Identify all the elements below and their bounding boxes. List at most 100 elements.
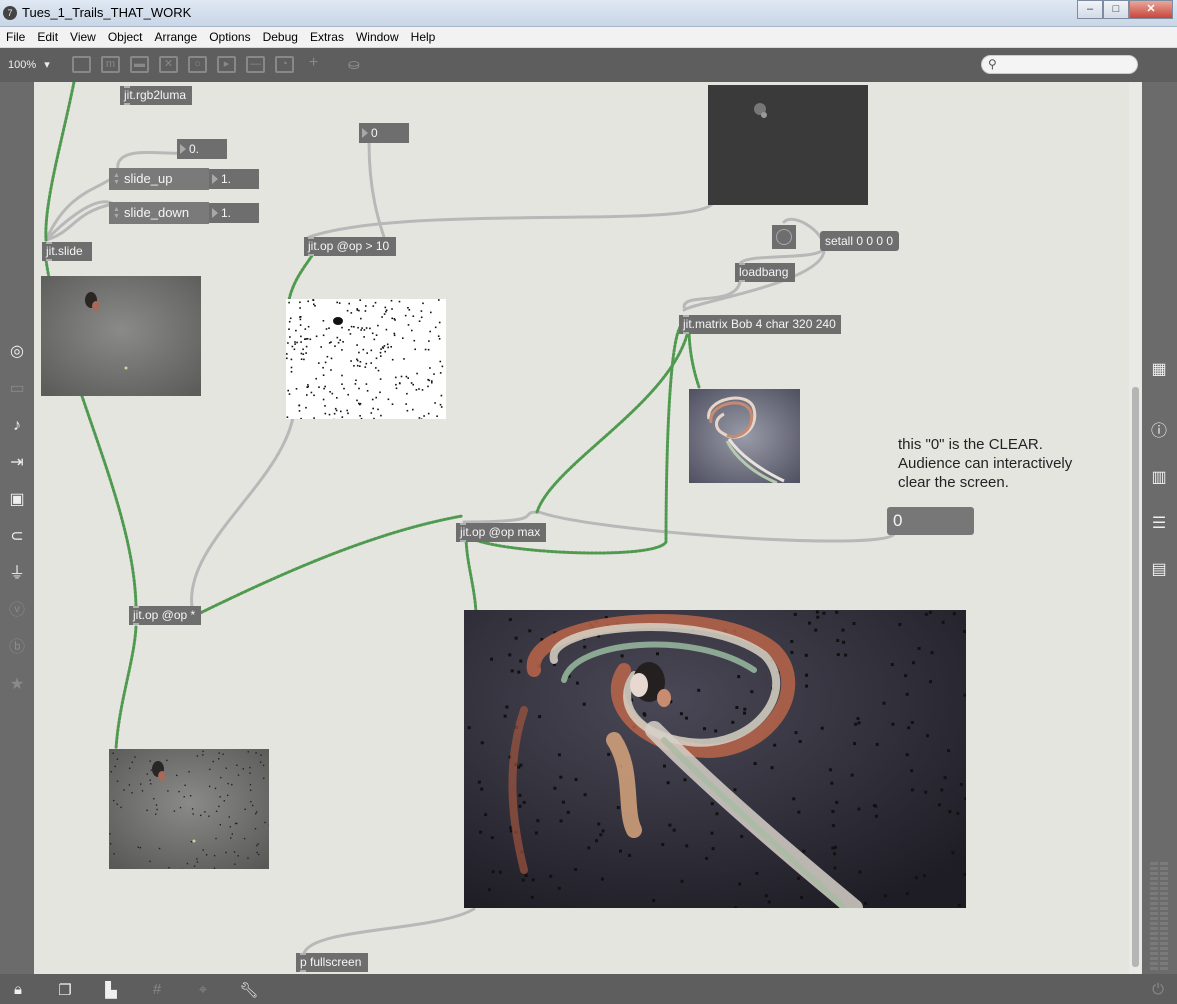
b-icon[interactable]: ⓑ	[7, 638, 27, 658]
slide-up-attrui[interactable]: ▲ ▼ slide_up	[109, 168, 209, 190]
pixel-dot	[491, 870, 495, 874]
menu-extras[interactable]: Extras	[304, 27, 350, 47]
grid-icon[interactable]: ▦	[1149, 360, 1169, 380]
minimize-button[interactable]: –	[1077, 0, 1103, 19]
clear-number-box[interactable]: 0	[887, 507, 974, 535]
grid-snap-icon[interactable]: #	[147, 981, 167, 999]
power-icon[interactable]: ⏻	[1148, 981, 1168, 999]
clear-comment: this "0" is the CLEAR. Audience can inte…	[898, 435, 1118, 492]
slide-up-number[interactable]: 1.	[209, 169, 259, 189]
list-icon[interactable]: ☰	[1149, 514, 1169, 534]
slide-param-number[interactable]: 0.	[177, 139, 227, 159]
bang-button[interactable]	[772, 225, 796, 249]
menu-options[interactable]: Options	[203, 27, 256, 47]
new-dial-icon[interactable]: ◔	[275, 56, 294, 73]
vertical-scrollbar[interactable]	[1129, 82, 1142, 974]
star-icon[interactable]: ★	[7, 675, 27, 695]
jit-op-max-object[interactable]: jit.op @op max	[456, 523, 546, 542]
menu-object[interactable]: Object	[102, 27, 149, 47]
p-fullscreen-object[interactable]: p fullscreen	[296, 953, 368, 972]
new-message-icon[interactable]: m	[101, 56, 120, 73]
pixel-dot	[288, 328, 290, 330]
paint-bucket-icon[interactable]: ⛀	[348, 56, 368, 74]
wrench-icon[interactable]: 🔧︎	[239, 981, 259, 999]
final-output-preview	[464, 610, 966, 908]
image-icon[interactable]: ▣	[7, 490, 27, 510]
pixel-dot	[260, 761, 262, 763]
pixel-dot	[416, 372, 418, 375]
new-toggle-icon[interactable]: ○	[188, 56, 207, 73]
close-button[interactable]: ✕	[1129, 0, 1173, 19]
setall-message[interactable]: setall 0 0 0 0	[820, 231, 899, 251]
menu-help[interactable]: Help	[405, 27, 442, 47]
paperclip-icon[interactable]: ⊂	[7, 527, 27, 547]
search-input[interactable]: ⚲	[981, 55, 1138, 74]
loadbang-object[interactable]: loadbang	[735, 263, 795, 282]
pixel-dot	[531, 878, 535, 882]
windows-icon[interactable]: ❐	[55, 981, 75, 999]
new-comment-icon[interactable]: ▬	[130, 56, 149, 73]
jit-op-threshold-object[interactable]: jit.op @op > 10	[304, 237, 396, 256]
zoom-selector[interactable]: 100% ▾	[8, 58, 50, 71]
music-note-icon[interactable]: ♪	[7, 416, 27, 436]
pixel-dot	[223, 800, 225, 802]
slide-down-attrui[interactable]: ▲ ▼ slide_down	[109, 202, 209, 224]
pixel-dot	[574, 867, 578, 871]
new-button-icon[interactable]: ✕	[159, 56, 178, 73]
pixel-dot	[286, 353, 288, 355]
add-object-icon[interactable]: +	[304, 55, 323, 73]
target-icon[interactable]: ◎	[7, 342, 27, 362]
pixel-dot	[428, 340, 430, 342]
pixel-dot	[767, 900, 771, 904]
pixel-dot	[835, 800, 839, 804]
menu-arrange[interactable]: Arrange	[149, 27, 204, 47]
info-icon[interactable]: ⓘ	[1149, 422, 1169, 442]
pixel-dot	[219, 796, 221, 798]
pixel-dot	[390, 346, 392, 348]
pixel-dot	[940, 788, 944, 792]
book-icon[interactable]: ▥	[1149, 468, 1169, 488]
pixel-dot	[800, 896, 803, 899]
pixel-dot	[831, 846, 835, 850]
reference-icon[interactable]: ▤	[1149, 560, 1169, 580]
pixel-dot	[337, 318, 339, 320]
pixel-dot	[857, 807, 861, 811]
new-object-icon[interactable]	[72, 56, 91, 73]
presentation-icon[interactable]: ▙	[101, 981, 121, 999]
pixel-dot	[943, 776, 947, 780]
slide-down-number[interactable]: 1.	[209, 203, 259, 223]
pixel-dot	[249, 783, 252, 786]
plug-icon[interactable]: ⏚	[7, 564, 27, 584]
menu-window[interactable]: Window	[350, 27, 405, 47]
jit-op-multiply-object[interactable]: jit.op @op *	[129, 606, 201, 625]
pixel-dot	[296, 341, 298, 344]
threshold-number[interactable]: 0	[359, 123, 409, 143]
pixel-dot	[193, 865, 196, 867]
pixel-dot	[338, 302, 341, 304]
pixel-dot	[963, 693, 966, 697]
menu-edit[interactable]: Edit	[31, 27, 64, 47]
pixel-dot	[335, 409, 338, 412]
pixel-dot	[176, 774, 178, 777]
jit-matrix-object[interactable]: jit.matrix Bob 4 char 320 240	[679, 315, 841, 334]
magnet-icon[interactable]: ⌖	[193, 981, 213, 999]
lock-icon[interactable]: 🔒︎	[8, 981, 28, 999]
menu-view[interactable]: View	[64, 27, 102, 47]
bus-icon[interactable]: ▭	[7, 379, 27, 399]
new-number-icon[interactable]: ▸	[217, 56, 236, 73]
pixel-dot	[410, 382, 413, 384]
jit-rgb2luma-object[interactable]: jit.rgb2luma	[120, 86, 192, 105]
v-icon[interactable]: ⓥ	[7, 601, 27, 621]
pixel-dot	[291, 345, 294, 348]
new-slider-icon[interactable]: —	[246, 56, 265, 73]
patcher-canvas[interactable]: jit.rgb2luma jit.slide jit.op @op > 10 l…	[34, 82, 1129, 974]
scroll-thumb[interactable]	[1132, 387, 1139, 967]
pixel-dot	[363, 336, 365, 338]
pixel-dot	[155, 804, 158, 806]
pixel-dot	[215, 837, 217, 840]
maximize-button[interactable]: □	[1103, 0, 1129, 19]
sequencer-icon[interactable]: ⇥	[7, 453, 27, 473]
menu-debug[interactable]: Debug	[257, 27, 304, 47]
jit-slide-object[interactable]: jit.slide	[42, 242, 92, 261]
menu-file[interactable]: File	[0, 27, 31, 47]
